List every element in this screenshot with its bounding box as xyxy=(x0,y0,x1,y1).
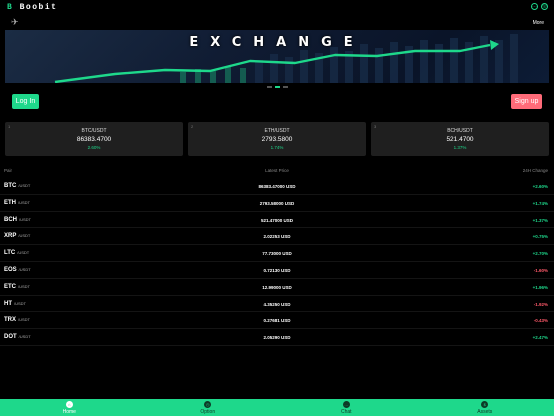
change-percent: +1.37% xyxy=(532,217,548,223)
signup-button[interactable]: Sign up xyxy=(511,94,542,109)
chat-icon[interactable]: … xyxy=(531,3,538,10)
change-percent: +0.75% xyxy=(532,234,548,240)
tab-label: Option xyxy=(200,409,216,415)
table-row[interactable]: DOT/USDT 2.05290 USD +2.47% xyxy=(0,329,554,346)
tab-label: Chat xyxy=(340,409,352,415)
latest-price: 2793.58000 USD xyxy=(259,200,295,206)
header-latest-price: Latest Price xyxy=(265,168,289,173)
sub-bar: ✈ More xyxy=(0,16,554,30)
pagination-dot[interactable] xyxy=(282,86,288,88)
ticker-change: 1.37% xyxy=(453,145,467,150)
home-icon: ⌂ xyxy=(65,401,73,408)
ticker-pair: ETH/USDT xyxy=(264,128,290,134)
table-row[interactable]: LTC/USDT 77.73000 USD +2.70% xyxy=(0,245,554,262)
ticker-card-eth[interactable]: 2 ETH/USDT 2793.5800 1.74% xyxy=(188,122,366,156)
ticker-change: 2.60% xyxy=(87,145,101,150)
table-row[interactable]: BCH/USDT 521.47000 USD +1.37% xyxy=(0,212,554,229)
table-row[interactable]: BTC/USDT 86383.47000 USD +2.60% xyxy=(0,178,554,195)
latest-price: 86383.47000 USD xyxy=(258,184,296,189)
ticker-change: 1.74% xyxy=(270,145,284,150)
chat-icon: … xyxy=(342,401,350,408)
ticker-pair: BTC/USDT xyxy=(81,128,107,134)
table-row[interactable]: ETH/USDT 2793.58000 USD +1.74% xyxy=(0,195,554,212)
change-percent: -0.43% xyxy=(533,318,548,324)
table-row[interactable]: HT/USDT 4.35250 USD -1.92% xyxy=(0,296,554,313)
pagination-dot[interactable] xyxy=(266,86,272,88)
change-percent: +2.47% xyxy=(532,335,548,341)
table-row[interactable]: TRX/USDT 0.27681 USD -0.43% xyxy=(0,312,554,330)
latest-price: 521.47000 USD xyxy=(260,217,294,223)
more-link[interactable]: More xyxy=(533,20,544,26)
change-percent: +1.96% xyxy=(532,284,548,290)
login-button[interactable]: Log In xyxy=(12,94,39,109)
pagination-dot-active[interactable] xyxy=(274,86,280,88)
latest-price: 12.99000 USD xyxy=(262,284,292,290)
market-table-header: Pair Latest Price 24H Change xyxy=(0,168,554,178)
change-percent: -1.92% xyxy=(533,301,548,307)
ticker-cards: 1 BTC/USDT 86383.4700 2.60% 2 ETH/USDT 2… xyxy=(5,122,549,156)
change-percent: +2.60% xyxy=(532,184,548,189)
latest-price: 77.73000 USD xyxy=(262,251,292,257)
tab-assets[interactable]: $ Assets xyxy=(416,399,554,416)
top-icons: … ◎ xyxy=(531,3,548,10)
top-bar: B Boobit … ◎ xyxy=(0,0,554,16)
ticker-price: 2793.5800 xyxy=(261,136,293,143)
change-percent: +1.74% xyxy=(532,200,548,206)
ticker-pair: BCH/USDT xyxy=(447,128,473,134)
banner-title: EXCHANGE xyxy=(189,35,365,50)
header-24h-change: 24H Change xyxy=(522,168,548,173)
change-percent: -1.60% xyxy=(533,267,548,273)
latest-price: 4.35250 USD xyxy=(263,301,291,307)
tab-chat[interactable]: … Chat xyxy=(277,399,416,416)
latest-price: 0.27681 USD xyxy=(263,318,291,324)
logo-text: Boobit xyxy=(19,3,58,12)
table-row[interactable]: ETC/USDT 12.99000 USD +1.96% xyxy=(0,279,554,296)
logo-mark: B xyxy=(7,3,14,12)
tab-label: Assets xyxy=(477,409,493,415)
latest-price: 0.72130 USD xyxy=(263,267,291,273)
table-row[interactable]: EOS/USDT 0.72130 USD -1.60% xyxy=(0,262,554,279)
latest-price: 2.02253 USD xyxy=(263,234,291,240)
app-logo[interactable]: B Boobit xyxy=(7,3,57,12)
ticker-card-bch[interactable]: 3 BCH/USDT 521.4700 1.37% xyxy=(371,122,549,156)
latest-price: 2.05290 USD xyxy=(263,335,291,341)
ticker-card-btc[interactable]: 1 BTC/USDT 86383.4700 2.60% xyxy=(5,122,183,156)
ticker-index: 3 xyxy=(374,124,377,129)
assets-icon: $ xyxy=(481,401,489,408)
market-table: BTC/USDT 86383.47000 USD +2.60% ETH/USDT… xyxy=(0,178,554,346)
change-percent: +2.70% xyxy=(532,251,548,257)
tab-label: Home xyxy=(62,409,76,415)
ticker-index: 1 xyxy=(8,124,11,129)
option-icon: ◷ xyxy=(204,401,212,408)
ticker-price: 86383.4700 xyxy=(76,136,112,143)
globe-icon[interactable]: ◎ xyxy=(541,3,548,10)
exchange-banner[interactable]: EXCHANGE xyxy=(5,30,549,83)
banner-pagination xyxy=(0,86,554,88)
tab-option[interactable]: ◷ Option xyxy=(139,399,278,416)
rocket-icon[interactable]: ✈ xyxy=(11,17,19,28)
ticker-index: 2 xyxy=(191,124,194,129)
bottom-tab-bar: ⌂ Home ◷ Option … Chat $ Assets xyxy=(0,399,554,416)
table-row[interactable]: XRP/USDT 2.02253 USD +0.75% xyxy=(0,228,554,246)
tab-home[interactable]: ⌂ Home xyxy=(0,399,139,416)
ticker-price: 521.4700 xyxy=(446,136,474,143)
